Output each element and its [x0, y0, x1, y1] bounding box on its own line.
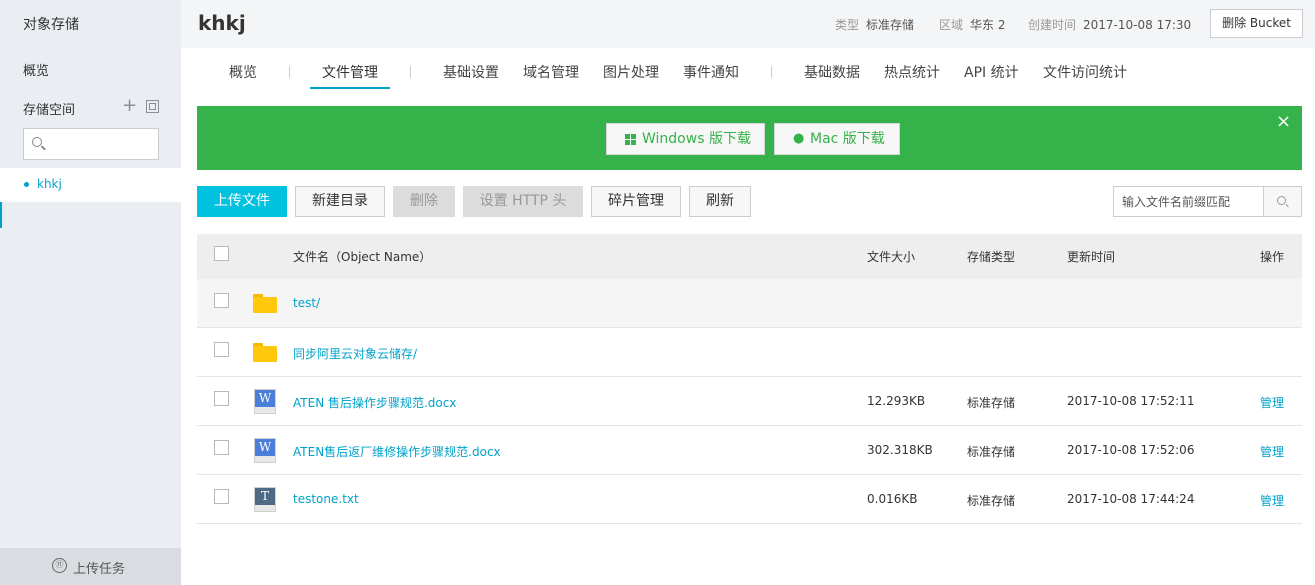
file-name-link[interactable]: testone.txt [293, 492, 359, 506]
file-size: 302.318KB [867, 443, 933, 457]
windows-download-label: Windows 版下载 [642, 131, 751, 147]
delete-bucket-button[interactable]: 删除 Bucket [1210, 9, 1303, 38]
tab-event-notification[interactable]: 事件通知 [683, 62, 739, 82]
updated-time: 2017-10-08 17:44:24 [1067, 492, 1195, 506]
apple-icon: ● [793, 131, 805, 146]
tab-divider [410, 66, 411, 78]
refresh-button[interactable]: 刷新 [689, 186, 751, 217]
file-size: 0.016KB [867, 492, 918, 506]
tab-basic-data[interactable]: 基础数据 [804, 62, 860, 82]
sidebar-title: 对象存储 [23, 17, 79, 33]
storage-type: 标准存储 [967, 445, 1016, 459]
delete-button[interactable]: 删除 [393, 186, 455, 217]
row-checkbox[interactable] [214, 489, 229, 504]
manage-link[interactable]: 管理 [1260, 492, 1284, 509]
tab-file-access-stats[interactable]: 文件访问统计 [1043, 62, 1127, 82]
row-checkbox[interactable] [214, 391, 229, 406]
search-icon [1277, 196, 1286, 205]
created-label: 创建时间 [1028, 18, 1077, 32]
column-header-action: 操作 [1260, 250, 1285, 264]
row-checkbox[interactable] [214, 440, 229, 455]
storage-type: 标准存储 [967, 494, 1016, 508]
updated-time: 2017-10-08 17:52:11 [1067, 394, 1195, 408]
bucket-search-field[interactable] [23, 128, 159, 160]
file-search-field[interactable] [1113, 186, 1302, 217]
column-header-name: 文件名（Object Name） [293, 250, 432, 264]
tab-overview[interactable]: 概览 [229, 62, 257, 82]
tab-file-management[interactable]: 文件管理 [322, 62, 378, 82]
storage-space-label: 存储空间 [23, 103, 76, 118]
region-label: 区域 [939, 18, 964, 32]
word-document-icon: W [254, 438, 276, 463]
sidebar-item-overview[interactable]: 概览 [23, 60, 49, 79]
column-header-size: 文件大小 [867, 250, 916, 264]
type-label: 类型 [835, 18, 860, 32]
file-name-link[interactable]: ATEN售后返厂维修操作步骤规范.docx [293, 443, 501, 460]
table-row[interactable]: 同步阿里云对象云储存/ [197, 328, 1302, 377]
windows-download-button[interactable]: Windows 版下载 [606, 123, 765, 155]
row-checkbox[interactable] [214, 342, 229, 357]
storage-type: 标准存储 [967, 396, 1016, 410]
active-tab-indicator [310, 87, 390, 89]
search-icon [32, 137, 42, 147]
download-banner: Windows 版下载 ● Mac 版下载 × [197, 106, 1302, 170]
region-value: 华东 2 [970, 18, 1006, 32]
table-row[interactable]: test/ [197, 279, 1302, 328]
upload-tasks-button[interactable]: ⑪ 上传任务 [0, 548, 181, 585]
mac-download-label: Mac 版下载 [810, 131, 885, 147]
tab-api-stats[interactable]: API 统计 [964, 62, 1019, 82]
set-http-header-button[interactable]: 设置 HTTP 头 [463, 186, 583, 217]
bucket-created: 创建时间 2017-10-08 17:30 [1028, 16, 1191, 33]
bullet-icon [24, 182, 29, 187]
sidebar-item-bucket[interactable]: khkj [0, 168, 181, 202]
manage-link[interactable]: 管理 [1260, 443, 1284, 460]
close-icon[interactable]: × [1276, 113, 1292, 131]
tab-divider [289, 66, 290, 78]
sidebar: 对象存储 概览 存储空间 + khkj ⑪ 上传任务 [0, 0, 181, 585]
column-header-storage-type: 存储类型 [967, 250, 1016, 264]
file-search-input[interactable] [1122, 191, 1262, 213]
table-row[interactable]: T testone.txt 0.016KB 标准存储 2017-10-08 17… [197, 475, 1302, 524]
file-search-button[interactable] [1263, 187, 1301, 216]
word-document-icon: W [254, 389, 276, 414]
file-name-link[interactable]: test/ [293, 296, 320, 310]
select-all-checkbox[interactable] [214, 246, 229, 261]
bucket-search-input[interactable] [50, 133, 155, 155]
folder-icon [253, 294, 277, 313]
table-row[interactable]: W ATEN售后返厂维修操作步骤规范.docx 302.318KB 标准存储 2… [197, 426, 1302, 475]
upload-file-button[interactable]: 上传文件 [197, 186, 287, 217]
upload-tasks-label: 上传任务 [73, 562, 126, 577]
folder-icon [253, 343, 277, 362]
tab-image-processing[interactable]: 图片处理 [603, 62, 659, 82]
text-file-icon: T [254, 487, 276, 512]
tab-basic-settings[interactable]: 基础设置 [443, 62, 499, 82]
tab-bar: 概览 文件管理 基础设置 域名管理 图片处理 事件通知 基础数据 热点统计 AP… [181, 48, 1315, 96]
windows-icon [625, 134, 636, 145]
file-name-link[interactable]: 同步阿里云对象云储存/ [293, 345, 417, 362]
created-value: 2017-10-08 17:30 [1083, 18, 1192, 32]
fragment-management-button[interactable]: 碎片管理 [591, 186, 681, 217]
upload-count-icon: ⑪ [52, 558, 67, 573]
file-size: 12.293KB [867, 394, 926, 408]
mac-download-button[interactable]: ● Mac 版下载 [774, 123, 900, 155]
table-row[interactable]: W ATEN 售后操作步骤规范.docx 12.293KB 标准存储 2017-… [197, 377, 1302, 426]
updated-time: 2017-10-08 17:52:06 [1067, 443, 1195, 457]
type-value: 标准存储 [866, 18, 915, 32]
file-name-link[interactable]: ATEN 售后操作步骤规范.docx [293, 394, 456, 411]
tab-divider [771, 66, 772, 78]
page-title: khkj [198, 11, 246, 35]
plus-icon[interactable]: + [122, 96, 137, 116]
bucket-region: 区域 华东 2 [939, 16, 1005, 33]
row-checkbox[interactable] [214, 293, 229, 308]
page-header: khkj 类型 标准存储 区域 华东 2 创建时间 2017-10-08 17:30 … [181, 0, 1315, 48]
bucket-name: khkj [37, 177, 62, 191]
expand-icon[interactable] [146, 100, 159, 113]
file-table-header: 文件名（Object Name） 文件大小 存储类型 更新时间 操作 [197, 234, 1302, 279]
manage-link[interactable]: 管理 [1260, 394, 1284, 411]
tab-domain-management[interactable]: 域名管理 [523, 62, 579, 82]
tab-hotspot-stats[interactable]: 热点统计 [884, 62, 940, 82]
column-header-updated: 更新时间 [1067, 250, 1116, 264]
bucket-type: 类型 标准存储 [835, 16, 914, 33]
new-directory-button[interactable]: 新建目录 [295, 186, 385, 217]
